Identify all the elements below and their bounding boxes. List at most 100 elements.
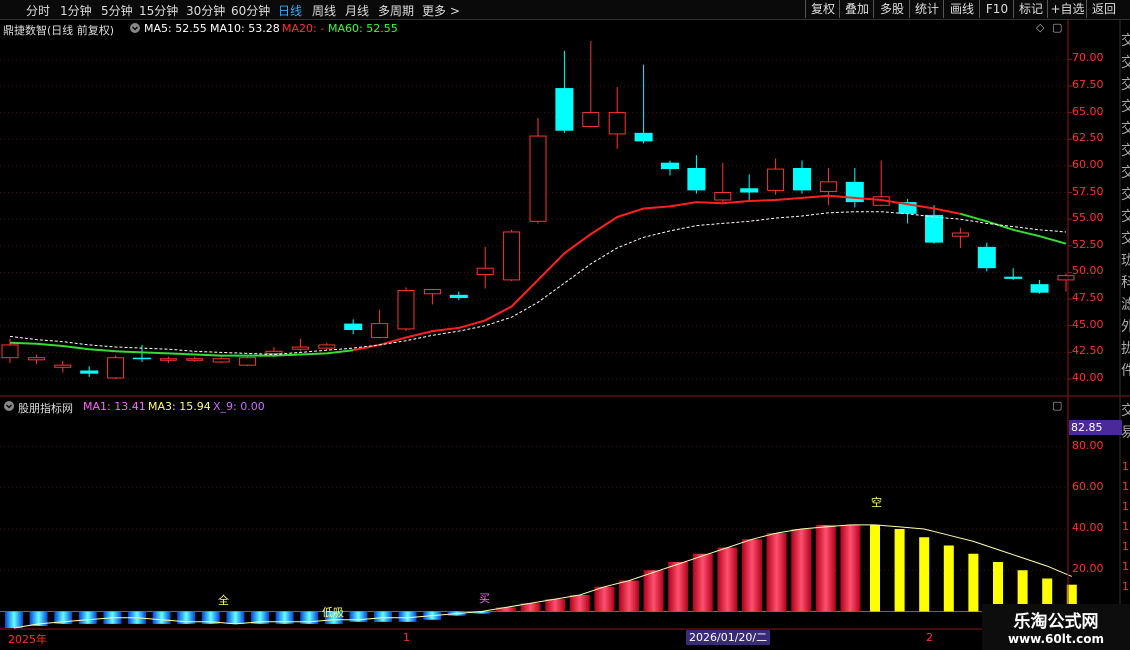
indicator-axis-prefix: 1	[1122, 480, 1129, 493]
indicator-current-value: 82.85	[1069, 420, 1122, 435]
signal-low-buy: 低吸	[322, 606, 344, 619]
side-info-char: 交	[1121, 187, 1130, 203]
candle	[1030, 279, 1049, 294]
side-info-char: 交	[1121, 33, 1130, 49]
candle-body	[107, 357, 125, 379]
indicator-bar	[619, 580, 639, 612]
candle-body	[1030, 284, 1049, 293]
candle	[845, 168, 864, 208]
candle	[503, 229, 521, 281]
watermark-url: www.60lt.com	[1007, 632, 1105, 646]
price-axis-label: 60.00	[1072, 157, 1104, 171]
indicator-bar	[226, 611, 245, 624]
indicator-bar	[791, 529, 812, 612]
indicator-axis-prefix: 1	[1122, 500, 1129, 513]
ma-settings-icon[interactable]	[129, 22, 141, 37]
candle	[555, 50, 574, 133]
side-info-char: 交	[1121, 165, 1130, 181]
watermark-title: 乐淘公式网	[1013, 612, 1099, 632]
candle-body	[397, 290, 415, 330]
candle	[318, 342, 336, 351]
candle-body	[212, 358, 230, 363]
ma3-legend: MA3: 15.94	[148, 400, 211, 413]
indicator-axis-prefix: 1	[1122, 560, 1129, 573]
side-info-char: 交	[1121, 77, 1130, 93]
indicator-bar	[815, 524, 836, 612]
indicator-axis-label: 40.00	[1072, 521, 1104, 534]
candle	[767, 158, 785, 195]
candle	[977, 242, 996, 272]
side-info-char: 件	[1121, 363, 1130, 379]
candle-body	[951, 232, 969, 237]
indicator-bar	[742, 539, 762, 612]
indicator-bar	[5, 611, 23, 628]
indicator-bar	[870, 524, 880, 612]
candle	[529, 117, 547, 224]
ma60-legend: MA60: 52.55	[328, 22, 398, 35]
candle	[661, 160, 679, 176]
candle-body	[371, 323, 389, 338]
window-icon[interactable]: ▢	[1052, 399, 1062, 412]
side-info-char: 拢	[1121, 341, 1130, 357]
kline-chart[interactable]	[0, 0, 1130, 650]
candle	[371, 309, 389, 339]
ma5-legend: MA5: 52.55	[144, 22, 207, 35]
indicator-bar	[943, 545, 954, 612]
ma20-legend: MA20: -	[282, 22, 325, 35]
side-info-char: 交	[1121, 99, 1130, 115]
price-axis-label: 55.00	[1072, 211, 1104, 225]
side-info-char: 交	[1121, 231, 1130, 247]
indicator-settings-icon[interactable]	[3, 400, 15, 415]
candle-body	[133, 357, 151, 360]
side-info-char: 外	[1121, 319, 1130, 335]
candle-body	[608, 112, 626, 135]
candle	[819, 168, 837, 206]
cursor-date: 2026/01/20/二	[686, 630, 771, 645]
indicator-bar	[919, 537, 930, 612]
candle-body	[291, 346, 309, 350]
candle	[423, 288, 441, 305]
price-axis-label: 67.50	[1072, 77, 1104, 91]
signal-empty: 空	[871, 496, 882, 509]
candle	[212, 355, 230, 364]
candle	[27, 354, 45, 365]
ma1-legend: MA1: 13.41	[83, 400, 146, 413]
signal-buy: 买	[479, 592, 490, 605]
price-axis-label: 47.50	[1072, 291, 1104, 305]
candle	[925, 205, 943, 244]
price-axis-label: 42.50	[1072, 344, 1104, 358]
price-axis-label: 57.50	[1072, 184, 1104, 198]
price-axis-label: 52.50	[1072, 237, 1104, 251]
candle-body	[555, 88, 574, 131]
candle-body	[344, 323, 363, 330]
indicator-title: 股朋指标网	[18, 402, 73, 415]
price-axis-label: 62.50	[1072, 131, 1104, 145]
candle-body	[819, 181, 837, 192]
candle-body	[687, 168, 706, 191]
candle	[951, 227, 969, 248]
indicator-bar	[78, 611, 97, 624]
price-axis-label: 50.00	[1072, 264, 1104, 278]
candle	[740, 174, 759, 203]
indicator-axis-prefix: 1	[1122, 580, 1129, 593]
window-icon[interactable]: ▢	[1052, 21, 1062, 34]
candle-body	[80, 370, 99, 374]
candle	[159, 356, 177, 364]
price-axis-label: 45.00	[1072, 317, 1104, 331]
candle-body	[449, 294, 468, 299]
side-info-char: 珑	[1121, 253, 1130, 269]
candle-body	[977, 246, 996, 269]
candle	[107, 355, 125, 380]
indicator-bar	[152, 611, 171, 624]
indicator-axis-prefix: 1	[1122, 460, 1129, 473]
time-label-year: 2025年	[8, 633, 47, 646]
indicator-bar	[668, 562, 689, 612]
candle	[291, 338, 309, 352]
candle-body	[925, 214, 943, 243]
diamond-icon[interactable]: ◇	[1036, 21, 1044, 34]
candle-body	[582, 112, 600, 127]
indicator-bar	[594, 586, 615, 612]
indicator-bar	[496, 607, 516, 612]
candle	[634, 64, 653, 144]
indicator-bar	[968, 553, 979, 612]
